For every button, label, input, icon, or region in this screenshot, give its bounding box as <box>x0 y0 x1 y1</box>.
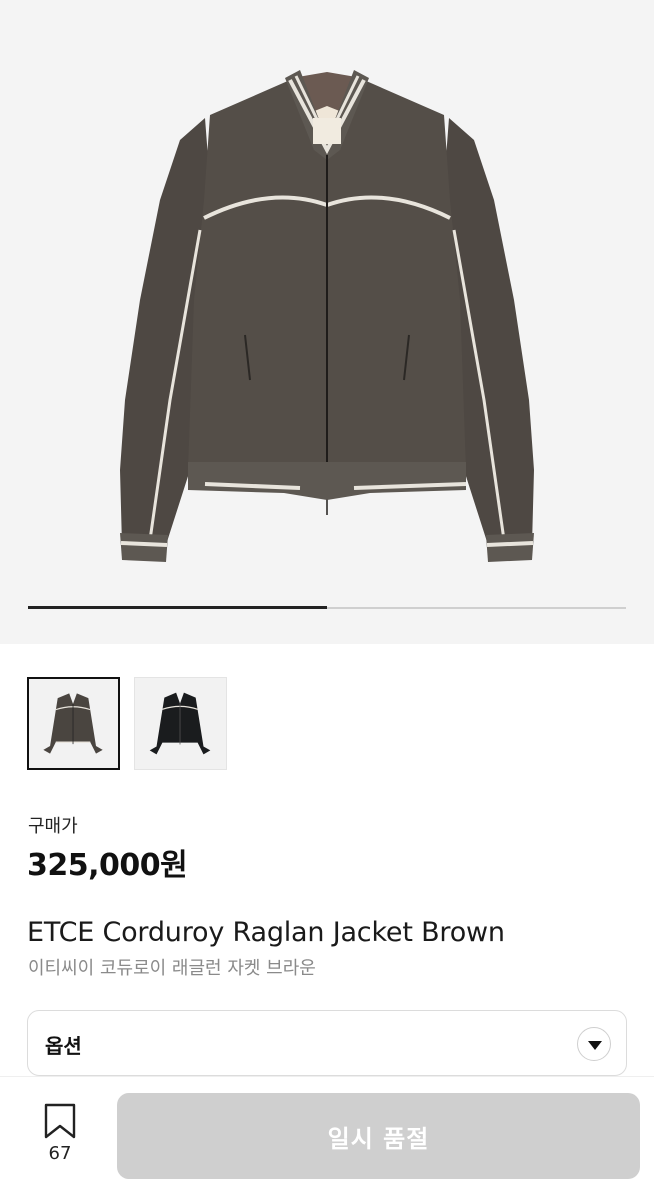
chevron-down-icon[interactable] <box>577 1027 611 1061</box>
image-progress-indicator <box>28 606 327 609</box>
soldout-button[interactable]: 일시 품절 <box>117 1093 640 1179</box>
price-label: 구매가 <box>28 816 78 837</box>
thumbnail-list <box>27 677 227 770</box>
bottom-action-bar: 67 일시 품절 <box>0 1076 654 1200</box>
product-image <box>120 70 534 562</box>
product-title-ko: 이티씨이 코듀로이 래글런 자켓 브라운 <box>28 958 316 979</box>
thumbnail-brown-image <box>43 693 103 754</box>
option-label: 옵션 <box>45 1034 82 1058</box>
bookmark-button[interactable]: 67 <box>30 1103 90 1169</box>
image-progress-track <box>28 606 626 609</box>
product-image-carousel[interactable] <box>0 0 654 644</box>
thumbnail-brown[interactable] <box>27 677 120 770</box>
product-title-en: ETCE Corduroy Raglan Jacket Brown <box>27 917 505 948</box>
thumbnail-black[interactable] <box>134 677 227 770</box>
thumbnail-black-image <box>149 692 211 755</box>
price-value: 325,000원 <box>27 848 188 883</box>
bookmark-count: 67 <box>48 1143 72 1164</box>
option-select[interactable]: 옵션 <box>27 1010 627 1076</box>
bookmark-icon <box>44 1103 76 1139</box>
